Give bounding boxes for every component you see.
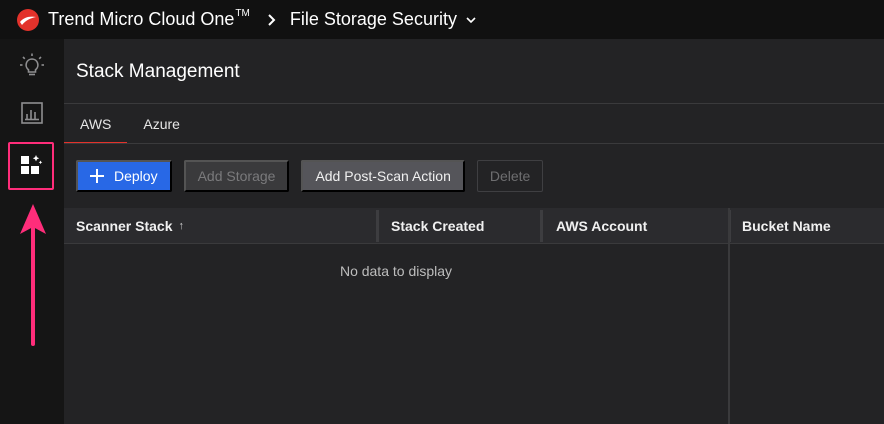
delete-button[interactable]: Delete bbox=[476, 160, 544, 192]
column-header-bucket-name[interactable]: Bucket Name bbox=[742, 208, 831, 244]
rail-item-reports[interactable] bbox=[8, 93, 56, 137]
action-toolbar: Deploy Add Storage Add Post-Scan Action … bbox=[76, 160, 544, 192]
chevron-down-icon bbox=[465, 14, 477, 26]
brand-trademark: TM bbox=[235, 8, 250, 19]
chevron-right-icon bbox=[264, 12, 280, 28]
annotation-arrow-icon bbox=[18, 200, 48, 350]
tab-aws[interactable]: AWS bbox=[64, 104, 128, 144]
tab-azure[interactable]: Azure bbox=[127, 104, 196, 144]
pinned-column-divider bbox=[728, 208, 730, 424]
column-resize-handle[interactable] bbox=[376, 210, 379, 242]
lightbulb-icon bbox=[19, 52, 45, 83]
trend-micro-logo-icon[interactable] bbox=[16, 8, 40, 32]
column-header-label: Scanner Stack bbox=[76, 218, 173, 234]
sort-ascending-icon: ↑ bbox=[178, 220, 185, 232]
brand-name[interactable]: Trend Micro Cloud One TM bbox=[48, 9, 250, 30]
stack-management-icon bbox=[19, 152, 43, 181]
column-resize-handle[interactable] bbox=[540, 210, 543, 242]
table-header: Scanner Stack ↑ Stack Created AWS Accoun… bbox=[64, 208, 884, 244]
add-post-scan-action-button[interactable]: Add Post-Scan Action bbox=[301, 160, 465, 192]
deploy-button[interactable]: Deploy bbox=[76, 160, 172, 192]
rail-item-stack-management[interactable] bbox=[8, 142, 54, 190]
top-bar: Trend Micro Cloud One TM File Storage Sec… bbox=[0, 0, 884, 39]
column-header-scanner-stack[interactable]: Scanner Stack ↑ bbox=[76, 208, 184, 244]
column-header-stack-created[interactable]: Stack Created bbox=[391, 208, 484, 244]
plus-icon bbox=[88, 167, 106, 185]
column-header-label: Stack Created bbox=[391, 218, 485, 234]
empty-state-message: No data to display bbox=[339, 263, 453, 279]
column-header-label: Bucket Name bbox=[742, 218, 831, 234]
rail-item-insights[interactable] bbox=[8, 45, 56, 89]
page-title: Stack Management bbox=[76, 61, 240, 82]
main-content: Stack Management AWS Azure Deploy Add St… bbox=[64, 39, 884, 424]
divider bbox=[64, 143, 884, 144]
brand-text: Trend Micro Cloud One bbox=[48, 9, 235, 29]
column-header-aws-account[interactable]: AWS Account bbox=[556, 208, 647, 244]
product-name: File Storage Security bbox=[289, 9, 457, 29]
add-storage-button[interactable]: Add Storage bbox=[183, 160, 290, 192]
deploy-button-label: Deploy bbox=[114, 168, 158, 184]
column-header-label: AWS Account bbox=[556, 218, 648, 234]
tab-bar: AWS Azure bbox=[64, 104, 196, 144]
report-chart-icon bbox=[20, 101, 44, 130]
product-switcher[interactable]: File Storage Security bbox=[290, 9, 477, 30]
